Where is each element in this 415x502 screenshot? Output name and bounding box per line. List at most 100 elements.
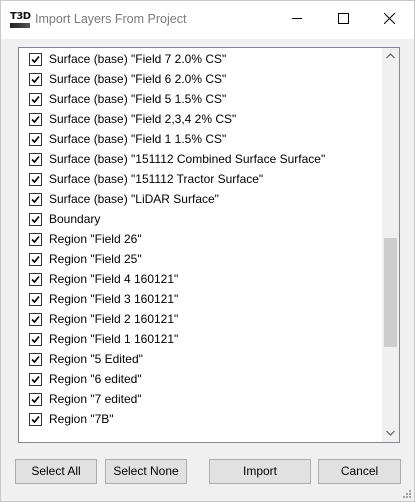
list-item[interactable]: Region "Field 3 160121": [19, 290, 381, 310]
layer-label: Surface (base) "LiDAR Surface": [49, 192, 219, 206]
list-item[interactable]: Surface (base) "Field 7 2.0% CS": [19, 50, 381, 70]
maximize-button[interactable]: [321, 1, 367, 37]
layer-checkbox[interactable]: [29, 293, 42, 306]
checkmark-icon: [31, 255, 40, 264]
layer-label: Region "Field 1 160121": [49, 332, 179, 346]
minimize-button[interactable]: [275, 1, 321, 37]
scroll-down-button[interactable]: [382, 425, 399, 442]
layer-label: Region "Field 25": [49, 252, 142, 266]
layer-label: Surface (base) "Field 1 1.5% CS": [49, 132, 227, 146]
list-item[interactable]: Region "Field 2 160121": [19, 310, 381, 330]
layer-label: Surface (base) "Field 2,3,4 2% CS": [49, 112, 237, 126]
checkmark-icon: [31, 195, 40, 204]
checkmark-icon: [31, 55, 40, 64]
checkmark-icon: [31, 135, 40, 144]
checkmark-icon: [31, 155, 40, 164]
layer-checkbox[interactable]: [29, 313, 42, 326]
layer-label: Region "7 edited": [49, 392, 142, 406]
list-item[interactable]: Region "Field 4 160121": [19, 270, 381, 290]
list-item[interactable]: Surface (base) "Field 2,3,4 2% CS": [19, 110, 381, 130]
checkmark-icon: [31, 215, 40, 224]
layer-label: Surface (base) "Field 7 2.0% CS": [49, 52, 227, 66]
layer-checkbox[interactable]: [29, 333, 42, 346]
vertical-scrollbar[interactable]: [382, 48, 399, 442]
checkmark-icon: [31, 355, 40, 364]
layer-checkbox[interactable]: [29, 113, 42, 126]
chevron-up-icon: [386, 53, 395, 59]
chevron-down-icon: [386, 430, 395, 436]
select-none-button[interactable]: Select None: [105, 459, 187, 484]
layer-label: Boundary: [49, 212, 101, 226]
layer-checkbox[interactable]: [29, 133, 42, 146]
list-item[interactable]: Surface (base) "Field 6 2.0% CS": [19, 70, 381, 90]
layer-checkbox[interactable]: [29, 53, 42, 66]
layer-label: Region "Field 4 160121": [49, 272, 179, 286]
checkmark-icon: [31, 75, 40, 84]
layer-checkbox[interactable]: [29, 353, 42, 366]
close-button[interactable]: [367, 1, 413, 37]
layer-checkbox[interactable]: [29, 413, 42, 426]
layer-list[interactable]: Surface (base) "Field 7 2.0% CS" Surface …: [18, 47, 400, 443]
list-item[interactable]: Surface (base) "Field 5 1.5% CS": [19, 90, 381, 110]
close-icon: [384, 13, 395, 24]
list-item[interactable]: Surface (base) "151112 Combined Surface …: [19, 150, 381, 170]
list-item[interactable]: Region "5 Edited": [19, 350, 381, 370]
checkmark-icon: [31, 295, 40, 304]
scroll-up-button[interactable]: [382, 48, 399, 65]
import-layers-dialog: T3D Import Layers From Project Surface (…: [0, 0, 415, 502]
checkmark-icon: [31, 275, 40, 284]
cancel-button[interactable]: Cancel: [318, 459, 401, 484]
resize-grip-icon[interactable]: [402, 489, 412, 499]
scroll-thumb[interactable]: [384, 238, 397, 347]
layer-label: Surface (base) "Field 5 1.5% CS": [49, 92, 227, 106]
layer-checkbox[interactable]: [29, 273, 42, 286]
checkmark-icon: [31, 115, 40, 124]
layer-checkbox[interactable]: [29, 193, 42, 206]
import-button[interactable]: Import: [209, 459, 311, 484]
list-item[interactable]: Region "7 edited": [19, 390, 381, 410]
layer-label: Surface (base) "151112 Tractor Surface": [49, 172, 264, 186]
layer-label: Region "6 edited": [49, 372, 142, 386]
window-title: Import Layers From Project: [35, 12, 187, 26]
layer-checkbox[interactable]: [29, 233, 42, 246]
checkmark-icon: [31, 335, 40, 344]
app-logo-text: T3D: [10, 11, 31, 22]
layer-checkbox[interactable]: [29, 393, 42, 406]
layer-checkbox[interactable]: [29, 153, 42, 166]
layer-checkbox[interactable]: [29, 253, 42, 266]
list-item[interactable]: Region "Field 25": [19, 250, 381, 270]
layer-label: Surface (base) "151112 Combined Surface …: [49, 152, 326, 166]
layer-label: Region "5 Edited": [49, 352, 143, 366]
layer-label: Surface (base) "Field 6 2.0% CS": [49, 72, 227, 86]
checkmark-icon: [31, 235, 40, 244]
checkmark-icon: [31, 375, 40, 384]
list-item[interactable]: Boundary: [19, 210, 381, 230]
checkmark-icon: [31, 395, 40, 404]
list-item[interactable]: Surface (base) "151112 Tractor Surface": [19, 170, 381, 190]
list-item[interactable]: Surface (base) "LiDAR Surface": [19, 190, 381, 210]
list-item[interactable]: Region "Field 26": [19, 230, 381, 250]
layer-checkbox[interactable]: [29, 373, 42, 386]
layer-checkbox[interactable]: [29, 93, 42, 106]
layer-label: Region "Field 2 160121": [49, 312, 179, 326]
list-item[interactable]: Surface (base) "Field 1 1.5% CS": [19, 130, 381, 150]
layer-label: Region "Field 26": [49, 232, 142, 246]
list-item[interactable]: Region "6 edited": [19, 370, 381, 390]
minimize-icon: [292, 18, 302, 19]
checkmark-icon: [31, 415, 40, 424]
title-bar: T3D Import Layers From Project: [1, 1, 414, 39]
layer-checkbox[interactable]: [29, 73, 42, 86]
checkmark-icon: [31, 315, 40, 324]
checkmark-icon: [31, 175, 40, 184]
app-logo-icon: T3D: [10, 10, 31, 30]
layer-label: Region "7B": [49, 412, 114, 426]
layer-checkbox[interactable]: [29, 213, 42, 226]
checkmark-icon: [31, 95, 40, 104]
list-item[interactable]: Region "7B": [19, 410, 381, 430]
select-all-button[interactable]: Select All: [15, 459, 97, 484]
list-item[interactable]: Region "Field 1 160121": [19, 330, 381, 350]
maximize-icon: [338, 13, 349, 24]
layer-label: Region "Field 3 160121": [49, 292, 179, 306]
layer-checkbox[interactable]: [29, 173, 42, 186]
layer-rows: Surface (base) "Field 7 2.0% CS" Surface …: [19, 50, 381, 430]
